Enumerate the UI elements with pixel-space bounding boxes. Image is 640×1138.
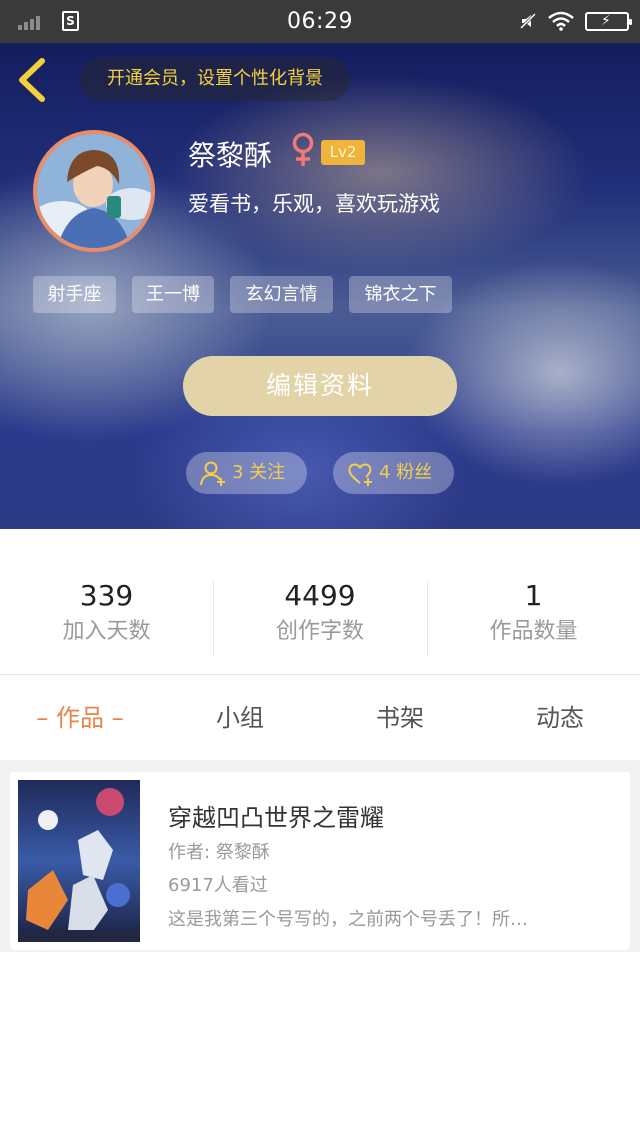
tab-works[interactable]: – 作品 –: [0, 676, 160, 760]
book-card[interactable]: 穿越凹凸世界之雷耀 作者: 祭黎酥 6917人看过 这是我第三个号写的，之前两个…: [10, 772, 630, 950]
stats-bar: 339 加入天数 4499 创作字数 1 作品数量: [0, 529, 640, 675]
person-add-icon: [200, 461, 225, 486]
following-button[interactable]: 3 关注: [186, 452, 307, 494]
username: 祭黎酥: [188, 139, 273, 172]
status-time: 06:29: [287, 9, 353, 34]
wifi-icon: [548, 11, 574, 31]
content-tabs: – 作品 – 小组 书架 动态: [0, 676, 640, 760]
book-title: 穿越凹凸世界之雷耀: [168, 804, 384, 832]
book-views: 6917人看过: [168, 875, 268, 896]
profile-tag: 射手座: [33, 276, 116, 313]
stat-label: 作品数量: [489, 619, 578, 644]
avatar[interactable]: [33, 130, 155, 252]
stat-days-joined: 339 加入天数: [0, 579, 213, 649]
stat-value: 339: [79, 579, 134, 612]
battery-icon: ⚡: [585, 12, 632, 31]
stat-label: 创作字数: [275, 619, 364, 644]
mute-icon: [519, 12, 537, 30]
edit-profile-button[interactable]: 编辑资料: [183, 356, 457, 416]
back-icon[interactable]: [14, 57, 50, 103]
level-badge: Lv2: [321, 140, 365, 165]
stat-works-count: 1 作品数量: [427, 579, 640, 649]
followers-label: 4 粉丝: [379, 462, 433, 483]
profile-tag: 锦衣之下: [349, 276, 452, 313]
vip-background-prompt[interactable]: 开通会员，设置个性化背景: [80, 57, 350, 101]
followers-button[interactable]: 4 粉丝: [333, 452, 454, 494]
profile-page: S 06:29 ⚡ 开通会员，设置个性化背景 祭黎酥 Lv2 爱看书，乐观，喜欢…: [0, 0, 640, 1138]
stat-label: 加入天数: [62, 619, 151, 644]
stat-value: 1: [524, 579, 543, 612]
tab-activity[interactable]: 动态: [480, 676, 640, 760]
stat-word-count: 4499 创作字数: [213, 579, 427, 649]
book-cover[interactable]: [18, 780, 140, 942]
profile-tag: 玄幻言情: [230, 276, 333, 313]
profile-tag: 王一博: [132, 276, 214, 313]
heart-plus-icon: [348, 463, 372, 486]
user-bio: 爱看书，乐观，喜欢玩游戏: [188, 192, 440, 216]
works-list: 穿越凹凸世界之雷耀 作者: 祭黎酥 6917人看过 这是我第三个号写的，之前两个…: [0, 760, 640, 952]
status-bar: S 06:29 ⚡: [0, 0, 640, 43]
book-description: 这是我第三个号写的，之前两个号丢了！所…: [168, 909, 528, 930]
book-author: 作者: 祭黎酥: [168, 842, 270, 863]
tab-bookshelf[interactable]: 书架: [320, 676, 480, 760]
female-icon: [292, 132, 314, 166]
stat-value: 4499: [284, 579, 356, 612]
tab-groups[interactable]: 小组: [160, 676, 320, 760]
following-label: 3 关注: [232, 462, 286, 483]
